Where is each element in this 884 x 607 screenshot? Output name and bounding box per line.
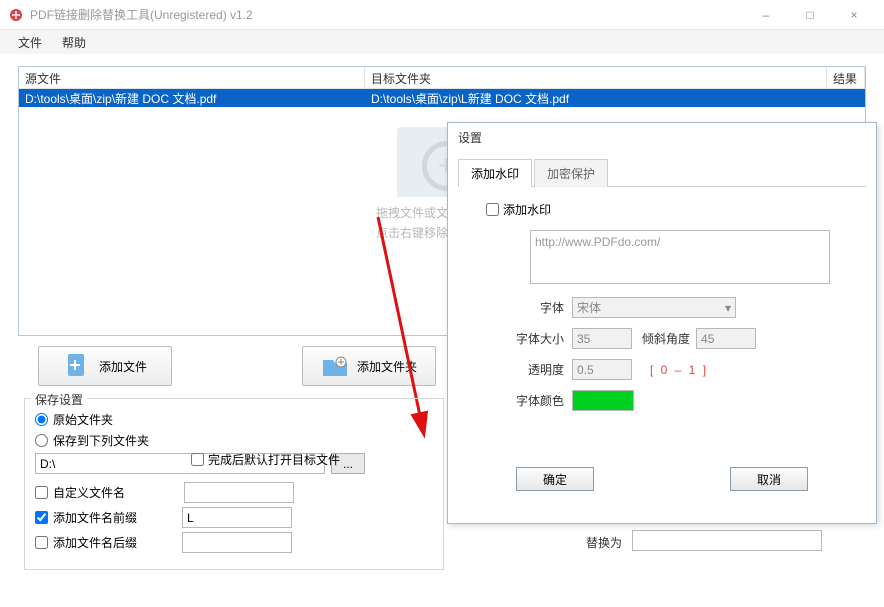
- font-size-input[interactable]: [572, 328, 632, 349]
- chevron-down-icon: ▾: [725, 301, 731, 315]
- prefix-checkbox[interactable]: [35, 511, 48, 524]
- suffix-label: 添加文件名后缀: [53, 534, 137, 551]
- custom-name-label: 自定义文件名: [53, 484, 125, 501]
- open-after-label: 完成后默认打开目标文件: [208, 451, 340, 468]
- font-select[interactable]: 宋体 ▾: [572, 297, 736, 318]
- open-after-checkbox[interactable]: [191, 453, 204, 466]
- custom-name-checkbox[interactable]: [35, 486, 48, 499]
- radio-original-folder[interactable]: [35, 413, 48, 426]
- radio-custom-folder[interactable]: [35, 434, 48, 447]
- add-file-button[interactable]: 添加文件: [38, 346, 172, 386]
- font-value: 宋体: [577, 299, 601, 316]
- menu-help[interactable]: 帮助: [52, 32, 96, 53]
- menu-file[interactable]: 文件: [8, 32, 52, 53]
- save-settings-legend: 保存设置: [31, 391, 87, 408]
- app-icon: [8, 7, 24, 23]
- watermark-text-input[interactable]: http://www.PDFdo.com/: [530, 230, 830, 284]
- minimize-button[interactable]: –: [744, 0, 788, 30]
- radio-original-label: 原始文件夹: [53, 411, 113, 428]
- replace-label: 替换为: [586, 534, 622, 551]
- file-add-icon: [63, 352, 91, 380]
- cell-target: D:\tools\桌面\zip\L新建 DOC 文档.pdf: [365, 89, 827, 108]
- radio-custom-label: 保存到下列文件夹: [53, 432, 149, 449]
- cell-source: D:\tools\桌面\zip\新建 DOC 文档.pdf: [19, 89, 365, 108]
- opacity-input[interactable]: [572, 359, 632, 380]
- cell-result: [827, 97, 865, 99]
- menu-bar: 文件 帮助: [0, 30, 884, 54]
- tab-encrypt[interactable]: 加密保护: [534, 159, 608, 187]
- window-title: PDF链接删除替换工具(Unregistered) v1.2: [30, 6, 744, 23]
- folder-add-icon: [321, 352, 349, 380]
- col-target[interactable]: 目标文件夹: [365, 67, 827, 88]
- angle-label: 倾斜角度: [642, 330, 690, 347]
- add-folder-button[interactable]: 添加文件夹: [302, 346, 436, 386]
- window-titlebar: PDF链接删除替换工具(Unregistered) v1.2 – □ ×: [0, 0, 884, 30]
- save-settings-group: 保存设置 原始文件夹 保存到下列文件夹 ... 自定义文件名 添加文件名前缀: [24, 398, 444, 570]
- replace-input[interactable]: [632, 530, 822, 551]
- add-watermark-checkbox[interactable]: [486, 203, 499, 216]
- add-folder-label: 添加文件夹: [357, 358, 417, 375]
- add-file-label: 添加文件: [99, 358, 147, 375]
- table-row[interactable]: D:\tools\桌面\zip\新建 DOC 文档.pdf D:\tools\桌…: [19, 89, 865, 107]
- col-source[interactable]: 源文件: [19, 67, 365, 88]
- close-button[interactable]: ×: [832, 0, 876, 30]
- font-size-label: 字体大小: [472, 330, 572, 347]
- add-watermark-label: 添加水印: [503, 201, 551, 218]
- angle-input[interactable]: [696, 328, 756, 349]
- opacity-label: 透明度: [472, 361, 572, 378]
- maximize-button[interactable]: □: [788, 0, 832, 30]
- font-label: 字体: [472, 299, 572, 316]
- color-label: 字体颜色: [472, 392, 572, 409]
- suffix-input[interactable]: [182, 532, 292, 553]
- prefix-input[interactable]: [182, 507, 292, 528]
- tab-watermark[interactable]: 添加水印: [458, 159, 532, 187]
- ok-button[interactable]: 确定: [516, 467, 594, 491]
- color-picker[interactable]: [572, 390, 634, 411]
- suffix-checkbox[interactable]: [35, 536, 48, 549]
- file-list-header: 源文件 目标文件夹 结果: [19, 67, 865, 89]
- opacity-range: [ 0 – 1 ]: [650, 363, 708, 377]
- settings-dialog: 设置 添加水印 加密保护 添加水印 http://www.PDFdo.com/ …: [447, 122, 877, 524]
- dialog-title: 设置: [448, 123, 876, 152]
- custom-name-input[interactable]: [184, 482, 294, 503]
- prefix-label: 添加文件名前缀: [53, 509, 137, 526]
- col-result[interactable]: 结果: [827, 67, 865, 88]
- cancel-button[interactable]: 取消: [730, 467, 808, 491]
